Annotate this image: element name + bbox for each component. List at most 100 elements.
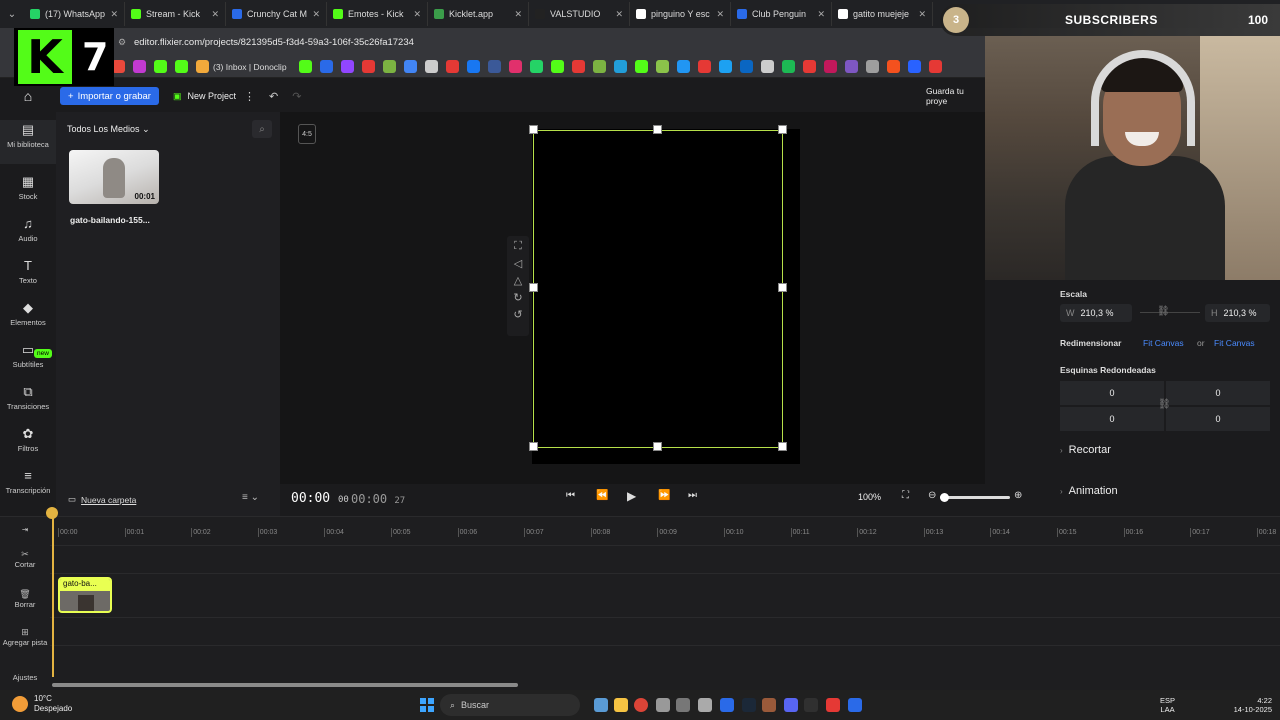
close-icon[interactable]: ✕ bbox=[413, 9, 421, 20]
browser-tab[interactable]: Club Penguin ✕ bbox=[731, 2, 832, 26]
bookmark-icon[interactable] bbox=[781, 60, 795, 73]
link-icon[interactable]: ⛓ bbox=[1157, 306, 1170, 317]
rail-item-text[interactable]: T Texto bbox=[0, 256, 56, 292]
resize-handle-l[interactable] bbox=[529, 283, 538, 292]
reset-icon[interactable]: ↺ bbox=[513, 308, 522, 321]
resize-handle-tl[interactable] bbox=[529, 125, 538, 134]
app-icon[interactable] bbox=[720, 698, 734, 712]
bookmark-icon[interactable] bbox=[613, 60, 627, 73]
bookmark-icon[interactable] bbox=[154, 60, 167, 73]
skip-end-icon[interactable]: ⏭ bbox=[688, 490, 697, 501]
bookmark-icon[interactable] bbox=[550, 60, 564, 73]
resize-handle-t[interactable] bbox=[653, 125, 662, 134]
flip-horizontal-icon[interactable]: ◁ bbox=[514, 257, 522, 270]
timeline-tool-cortar[interactable]: ✂ Cortar bbox=[0, 549, 50, 569]
new-project-button[interactable]: ▣ New Project bbox=[173, 91, 236, 102]
animation-section[interactable]: › Animation bbox=[1060, 485, 1118, 497]
bookmark-icon[interactable] bbox=[865, 60, 879, 73]
rail-item-file[interactable]: ▤ Mi biblioteca bbox=[0, 120, 56, 164]
weather-widget[interactable]: 10°C Despejado bbox=[12, 694, 72, 714]
browser-tab[interactable]: gatito muejeje ✕ bbox=[832, 2, 933, 26]
bookmark-icon[interactable] bbox=[529, 60, 543, 73]
bookmark-icon[interactable] bbox=[340, 60, 354, 73]
bookmark-icon[interactable] bbox=[487, 60, 501, 73]
bookmark-icon[interactable] bbox=[655, 60, 669, 73]
rail-item-filters[interactable]: ✿ Filtros bbox=[0, 424, 56, 460]
discord-icon[interactable] bbox=[784, 698, 798, 712]
browser-tab[interactable]: (17) WhatsApp ✕ bbox=[24, 2, 125, 26]
browser-tab[interactable]: VALSTUDIO ✕ bbox=[529, 2, 630, 26]
bookmark-icon[interactable] bbox=[907, 60, 921, 73]
more-options-icon[interactable]: ⋮ bbox=[244, 90, 255, 103]
fullscreen-icon[interactable]: ⛶ bbox=[902, 490, 909, 501]
timeline-scrollbar[interactable] bbox=[52, 683, 518, 687]
timeline-tool-ajustes[interactable]: Ajustes bbox=[0, 673, 50, 682]
rail-item-music[interactable]: ♫ Audio bbox=[0, 214, 56, 250]
sort-icon[interactable]: ≡ ⌄ bbox=[242, 492, 259, 503]
timeline-clip[interactable]: gato-ba... bbox=[58, 577, 112, 613]
bookmark-icon[interactable] bbox=[319, 60, 333, 73]
scale-height-input[interactable]: H 210,3 % bbox=[1205, 304, 1270, 322]
media-filter-dropdown[interactable]: Todos Los Medios ⌄ bbox=[67, 124, 150, 135]
bookmark-icon[interactable] bbox=[844, 60, 858, 73]
close-icon[interactable]: ✕ bbox=[514, 9, 522, 20]
save-project-text[interactable]: Guarda tu proye bbox=[926, 86, 985, 106]
close-icon[interactable]: ✕ bbox=[312, 9, 320, 20]
resize-handle-r[interactable] bbox=[778, 283, 787, 292]
resize-handle-tr[interactable] bbox=[778, 125, 787, 134]
bookmark-icon[interactable] bbox=[298, 60, 312, 73]
bookmark-icon[interactable] bbox=[760, 60, 774, 73]
video-canvas[interactable] bbox=[533, 130, 783, 448]
bookmark-icon[interactable] bbox=[718, 60, 732, 73]
tab-search-button[interactable]: ⌄ bbox=[0, 0, 24, 28]
corner-top-right-input[interactable]: 0 bbox=[1166, 381, 1270, 405]
taskbar-search[interactable]: ⌕ Buscar bbox=[440, 694, 580, 716]
app-icon[interactable] bbox=[676, 698, 690, 712]
chrome-icon[interactable] bbox=[634, 698, 648, 712]
close-icon[interactable]: ✕ bbox=[918, 9, 926, 20]
timeline-ruler[interactable]: 00:00 00:01 00:02 00:03 00:04 00:05 00:06 00:07… bbox=[50, 521, 1280, 543]
bookmark-icon[interactable] bbox=[508, 60, 522, 73]
browser-tab[interactable]: Emotes - Kick ✕ bbox=[327, 2, 428, 26]
app-icon[interactable] bbox=[656, 698, 670, 712]
collapse-arrow-icon[interactable]: ⇥ bbox=[0, 525, 50, 534]
resize-handle-bl[interactable] bbox=[529, 442, 538, 451]
bookmark-icon[interactable] bbox=[466, 60, 480, 73]
rewind-icon[interactable]: ⏪ bbox=[596, 490, 608, 501]
close-icon[interactable]: ✕ bbox=[110, 9, 118, 20]
aspect-ratio-button[interactable]: 4:5 bbox=[298, 124, 316, 144]
bookmark-icon[interactable] bbox=[676, 60, 690, 73]
bookmark-icon[interactable] bbox=[928, 60, 942, 73]
bookmark-icon[interactable] bbox=[361, 60, 375, 73]
bookmark-icon[interactable] bbox=[592, 60, 606, 73]
language-indicator[interactable]: ESP LAA bbox=[1160, 696, 1175, 714]
bookmark-icon[interactable] bbox=[571, 60, 585, 73]
corner-bottom-right-input[interactable]: 0 bbox=[1166, 407, 1270, 431]
rail-item-transitions[interactable]: ⧉ Transiciones bbox=[0, 382, 56, 418]
bookmark-icon[interactable] bbox=[739, 60, 753, 73]
close-icon[interactable]: ✕ bbox=[211, 9, 219, 20]
rotate-icon[interactable]: ↻ bbox=[513, 291, 522, 304]
browser-tab[interactable]: Crunchy Cat M ✕ bbox=[226, 2, 327, 26]
playhead[interactable] bbox=[52, 517, 54, 677]
obs-icon[interactable] bbox=[804, 698, 818, 712]
bookmark-icon[interactable] bbox=[175, 60, 188, 73]
undo-icon[interactable]: ↶ bbox=[269, 90, 278, 103]
resize-handle-b[interactable] bbox=[653, 442, 662, 451]
fit-icon[interactable]: ⛶ bbox=[514, 240, 522, 253]
browser-tab[interactable]: Stream - Kick ✕ bbox=[125, 2, 226, 26]
bookmark-icon[interactable] bbox=[382, 60, 396, 73]
close-icon[interactable]: ✕ bbox=[817, 9, 825, 20]
timeline-tool-borrar[interactable]: 🗑 Borrar bbox=[0, 589, 50, 609]
close-icon[interactable]: ✕ bbox=[615, 9, 623, 20]
task-view-icon[interactable] bbox=[594, 698, 608, 712]
redo-icon[interactable]: ↷ bbox=[292, 90, 301, 103]
site-info-icon[interactable]: ⚙ bbox=[118, 37, 128, 47]
app-icon[interactable] bbox=[826, 698, 840, 712]
zoom-slider[interactable] bbox=[940, 493, 1010, 502]
zoom-slider-knob[interactable] bbox=[940, 493, 949, 502]
rail-item-transcription[interactable]: ≡ Transcripción bbox=[0, 466, 56, 502]
corner-top-left-input[interactable]: 0 bbox=[1060, 381, 1164, 405]
zoom-in-icon[interactable]: ⊕ bbox=[1014, 490, 1022, 501]
fit-canvas-link[interactable]: Fit Canvas bbox=[1143, 338, 1184, 348]
